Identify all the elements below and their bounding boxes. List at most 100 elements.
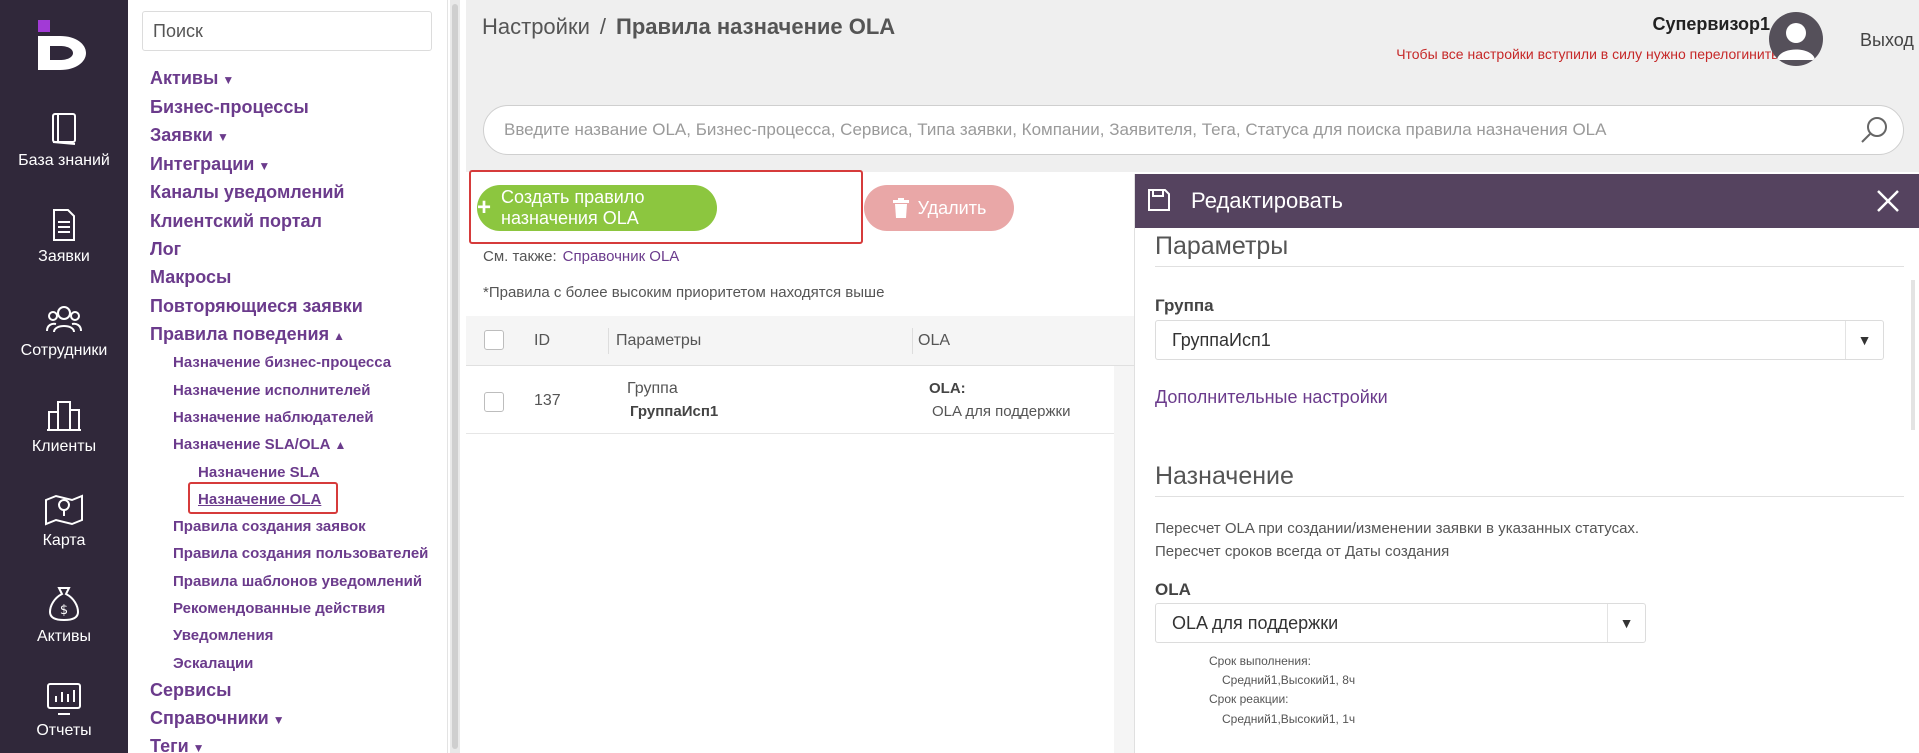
search-icon[interactable] — [1859, 115, 1889, 145]
breadcrumb: Настройки / Правила назначение OLA — [482, 14, 895, 40]
column-divider — [912, 328, 913, 354]
chart-monitor-icon — [47, 683, 81, 715]
nav-item-integrations[interactable]: Интеграции ▼ — [150, 154, 270, 175]
nav-label: Активы — [150, 68, 219, 88]
table-row[interactable]: 137 Группа ГруппаИсп1 OLA: OLA для подде… — [466, 366, 1134, 434]
group-select[interactable]: ГруппаИсп1 ▼ — [1155, 320, 1884, 360]
close-icon[interactable] — [1875, 188, 1901, 214]
nav-item-escalations[interactable]: Эскалации — [173, 655, 253, 672]
settings-nav: Активы▼ Бизнес-процессы Заявки▼ Интеграц… — [128, 0, 448, 753]
table-header: ID Параметры OLA — [466, 316, 1134, 366]
nav-label: Каналы уведомлений — [150, 182, 345, 202]
ola-select-value: OLA для поддержки — [1172, 612, 1339, 633]
nav-label: Рекомендованные действия — [173, 600, 386, 617]
ola-directory-link[interactable]: Справочник OLA — [563, 248, 680, 265]
nav-item-sla-assignment[interactable]: Назначение SLA — [198, 464, 320, 481]
nav-item-user-creation-rules[interactable]: Правила создания пользователей — [173, 545, 428, 562]
nav-item-macros[interactable]: Макросы — [150, 267, 231, 288]
row-ola-label: OLA: — [929, 380, 966, 397]
nav-item-tags[interactable]: Теги ▼ — [150, 736, 205, 753]
caret-down-icon: ▼ — [258, 159, 271, 173]
rail-label: Активы — [36, 628, 92, 645]
nav-item-notification-channels[interactable]: Каналы уведомлений — [150, 182, 344, 203]
breadcrumb-separator: / — [599, 14, 606, 39]
book-icon — [52, 113, 76, 145]
edit-panel: Редактировать Параметры Группа ГруппаИсп… — [1134, 174, 1919, 753]
dropdown-arrow-icon: ▼ — [1607, 604, 1645, 642]
nav-item-services[interactable]: Сервисы — [150, 680, 232, 701]
nav-label: Назначение исполнителей — [173, 382, 371, 399]
nav-item-business-processes[interactable]: Бизнес-процессы — [150, 97, 309, 118]
nav-item-observer-assignment[interactable]: Назначение наблюдателей — [173, 409, 374, 426]
user-avatar-icon — [1777, 23, 1815, 60]
breadcrumb-root[interactable]: Настройки — [482, 14, 590, 39]
nav-label: Макросы — [150, 267, 232, 287]
rail-item-reports[interactable]: Отчеты — [0, 682, 128, 740]
avatar[interactable] — [1769, 12, 1823, 66]
priority-note: *Правила с более высоким приоритетом нах… — [483, 284, 885, 301]
rail-item-tickets[interactable]: Заявки — [0, 208, 128, 266]
select-all-checkbox[interactable] — [484, 330, 504, 350]
logout-link[interactable]: Выход — [1860, 30, 1914, 51]
nav-item-notifications[interactable]: Уведомления — [173, 627, 273, 644]
see-also-prefix: См. также: — [483, 248, 557, 265]
ola-select[interactable]: OLA для поддержки ▼ — [1155, 603, 1646, 643]
document-icon — [53, 209, 75, 241]
caret-up-icon: ▲ — [333, 329, 345, 343]
rail-item-map[interactable]: Карта — [0, 492, 128, 550]
nav-item-recurring-tickets[interactable]: Повторяющиеся заявки — [150, 296, 363, 317]
nav-label: Правила поведения — [150, 324, 330, 344]
edit-panel-header: Редактировать — [1135, 174, 1919, 228]
panel-scrollbar[interactable] — [1911, 280, 1915, 430]
group-label: Группа — [1155, 296, 1214, 315]
nav-label: Правила шаблонов уведомлений — [173, 573, 423, 590]
additional-settings-link[interactable]: Дополнительные настройки — [1155, 387, 1388, 408]
nav-item-sla-ola-assignment[interactable]: Назначение SLA/OLA ▲ — [173, 436, 346, 453]
svg-text:$: $ — [60, 603, 68, 618]
nav-item-assets[interactable]: Активы ▼ — [150, 68, 234, 89]
nav-search-input[interactable] — [142, 11, 432, 51]
delete-button[interactable]: Удалить — [864, 185, 1014, 231]
save-icon[interactable] — [1147, 188, 1171, 212]
rail-item-assets[interactable]: $ Активы — [0, 586, 128, 646]
nav-item-bp-assignment[interactable]: Назначение бизнес-процесса — [173, 354, 391, 371]
nav-item-behavior-rules[interactable]: Правила поведения ▲ — [150, 324, 345, 345]
create-ola-rule-button[interactable]: + Создать правило назначения OLA — [477, 185, 717, 231]
nav-item-directories[interactable]: Справочники ▼ — [150, 708, 285, 729]
nav-item-executor-assignment[interactable]: Назначение исполнителей — [173, 382, 371, 399]
rail-label: Заявки — [38, 248, 90, 265]
caret-up-icon: ▲ — [334, 438, 347, 452]
group-select-value: ГруппаИсп1 — [1172, 329, 1271, 350]
nav-label: Клиентский портал — [150, 211, 322, 231]
money-bag-icon: $ — [48, 587, 80, 622]
rule-search-input[interactable] — [483, 105, 1904, 155]
rail-item-knowledge[interactable]: База знаний — [0, 112, 128, 170]
map-icon — [45, 494, 83, 526]
nav-label: Интеграции — [150, 154, 255, 174]
caret-down-icon: ▼ — [222, 73, 235, 87]
trash-icon — [892, 198, 909, 218]
caret-down-icon: ▼ — [272, 713, 285, 727]
nav-item-tickets[interactable]: Заявки ▼ — [150, 125, 229, 146]
column-header-id[interactable]: ID — [534, 332, 550, 350]
nav-label: Уведомления — [173, 627, 274, 644]
rail-label: Отчеты — [36, 722, 92, 739]
nav-item-recommended-actions[interactable]: Рекомендованные действия — [173, 600, 385, 617]
nav-item-log[interactable]: Лог — [150, 239, 181, 260]
list-scrollbar[interactable] — [1114, 366, 1134, 753]
deadline-value: Средний1,Высокий1, 8ч — [1222, 673, 1356, 687]
nav-scrollbar-thumb[interactable] — [452, 4, 458, 749]
app-rail: База знаний Заявки Сотрудники Клиенты Ка… — [0, 0, 128, 753]
nav-label: Назначение SLA — [198, 464, 320, 481]
column-header-ola[interactable]: OLA — [918, 332, 950, 350]
rail-item-employees[interactable]: Сотрудники — [0, 304, 128, 360]
nav-item-ticket-creation-rules[interactable]: Правила создания заявок — [173, 518, 366, 535]
nav-item-client-portal[interactable]: Клиентский портал — [150, 211, 322, 232]
column-header-params[interactable]: Параметры — [616, 332, 701, 350]
nav-item-notification-template-rules[interactable]: Правила шаблонов уведомлений — [173, 573, 422, 590]
ola-label: OLA — [1155, 580, 1191, 599]
row-checkbox[interactable] — [484, 392, 504, 412]
caret-down-icon: ▼ — [216, 130, 229, 144]
rail-item-clients[interactable]: Клиенты — [0, 398, 128, 456]
nav-label: Заявки — [150, 125, 213, 145]
